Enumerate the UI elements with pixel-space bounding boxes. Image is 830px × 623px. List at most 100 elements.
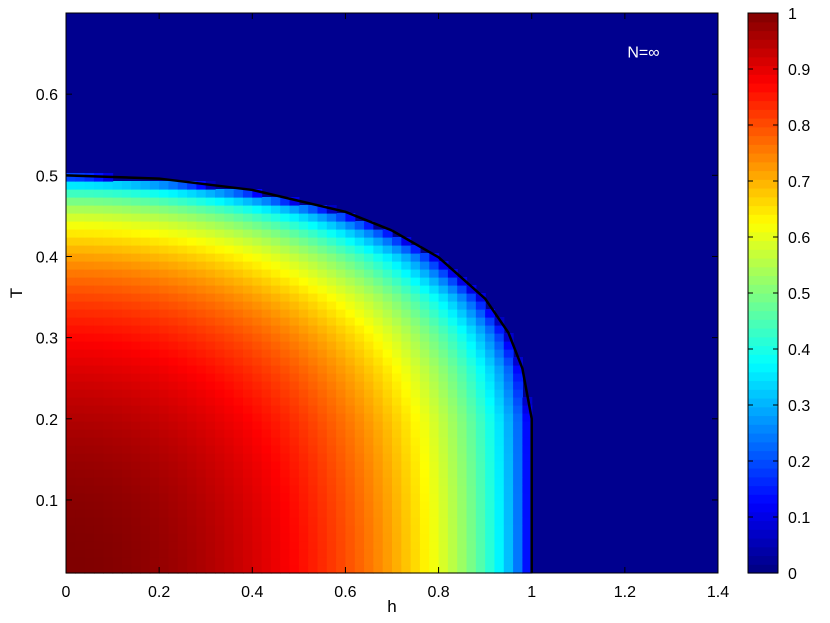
heatmap-cell	[252, 469, 263, 478]
heatmap-cell	[215, 373, 225, 382]
heatmap-cell	[317, 501, 328, 510]
heatmap-cell	[93, 261, 104, 270]
heatmap-cell	[429, 557, 440, 566]
heatmap-cell	[475, 373, 486, 382]
heatmap-cell	[466, 533, 477, 542]
heatmap-cell	[140, 205, 151, 214]
heatmap-cell	[66, 453, 76, 462]
heatmap-cell	[364, 373, 374, 382]
heatmap-cell	[475, 509, 486, 518]
heatmap-cell	[457, 445, 468, 454]
heatmap-cell	[401, 509, 412, 518]
heatmap-cell	[75, 517, 86, 526]
heatmap-cell	[364, 381, 374, 390]
heatmap-cell	[308, 221, 319, 230]
heatmap-cell	[513, 557, 523, 566]
heatmap-cell	[121, 341, 132, 350]
heatmap-cell	[289, 509, 300, 518]
heatmap-cell	[392, 341, 402, 350]
heatmap-cell	[392, 429, 402, 438]
heatmap-cell	[270, 557, 281, 566]
heatmap-cell	[457, 509, 468, 518]
heatmap-cell	[66, 469, 76, 478]
heatmap-cell	[121, 221, 132, 230]
heatmap-cell	[205, 533, 216, 542]
heatmap-cell	[252, 245, 263, 254]
heatmap-cell	[196, 381, 207, 390]
heatmap-cell	[392, 549, 402, 558]
heatmap-cell	[159, 461, 170, 470]
heatmap-cell	[429, 349, 440, 358]
heatmap-cell	[131, 229, 142, 238]
heatmap-cell	[364, 405, 374, 414]
heatmap-cell	[270, 213, 281, 222]
heatmap-cell	[447, 525, 458, 534]
heatmap-cell	[345, 477, 356, 486]
heatmap-cell	[401, 261, 412, 270]
heatmap-cell	[233, 517, 244, 526]
heatmap-cell	[140, 493, 151, 502]
heatmap-cell	[131, 509, 142, 518]
heatmap-cell	[233, 325, 244, 334]
heatmap-cell	[336, 501, 347, 510]
heatmap-cell	[177, 477, 188, 486]
heatmap-cell	[336, 293, 347, 302]
heatmap-cell	[280, 285, 291, 294]
heatmap-cell	[419, 269, 430, 278]
heatmap-cell	[84, 501, 95, 510]
heatmap-cell	[196, 469, 207, 478]
heatmap-cell	[345, 445, 356, 454]
heatmap-cell	[252, 485, 263, 494]
heatmap-cell	[447, 517, 458, 526]
heatmap-cell	[121, 429, 132, 438]
heatmap-cell	[131, 341, 142, 350]
heatmap-cell	[224, 405, 235, 414]
heatmap-cell	[336, 493, 347, 502]
heatmap-cell	[475, 549, 486, 558]
heatmap-cell	[187, 485, 197, 494]
heatmap-cell	[401, 565, 412, 574]
heatmap-cell	[410, 309, 421, 318]
heatmap-cell	[205, 517, 216, 526]
heatmap-cell	[224, 565, 235, 574]
heatmap-cell	[224, 237, 235, 246]
heatmap-cell	[103, 453, 114, 462]
heatmap-cell	[196, 317, 207, 326]
heatmap-cell	[196, 349, 207, 358]
heatmap-cell	[75, 405, 86, 414]
heatmap-cell	[447, 285, 458, 294]
heatmap-cell	[159, 389, 170, 398]
heatmap-cell	[121, 549, 132, 558]
heatmap-cell	[429, 373, 440, 382]
heatmap-cell	[261, 197, 272, 206]
heatmap-cell	[280, 453, 291, 462]
heatmap-cell	[187, 357, 197, 366]
heatmap-cell	[280, 493, 291, 502]
x-tick-label: 0.6	[334, 584, 356, 601]
heatmap-cell	[149, 181, 160, 190]
heatmap-cell	[159, 381, 170, 390]
heatmap-cell	[298, 357, 309, 366]
heatmap-cell	[503, 429, 514, 438]
heatmap-cell	[354, 277, 365, 286]
heatmap-cell	[168, 525, 179, 534]
heatmap-cell	[66, 293, 76, 302]
heatmap-cell	[429, 453, 440, 462]
heatmap-cell	[438, 357, 449, 366]
heatmap-cell	[466, 317, 477, 326]
heatmap-cell	[289, 205, 300, 214]
heatmap-cell	[205, 357, 216, 366]
heatmap-cell	[410, 413, 421, 422]
colorbar-cell	[748, 406, 778, 417]
y-tick-label: 0.2	[36, 412, 58, 429]
heatmap-cell	[298, 381, 309, 390]
heatmap-cell	[438, 373, 449, 382]
heatmap-cell	[438, 509, 449, 518]
heatmap-cell	[131, 309, 142, 318]
heatmap-cell	[84, 189, 95, 198]
heatmap-cell	[84, 349, 95, 358]
heatmap-cell	[215, 453, 225, 462]
heatmap-cell	[242, 493, 253, 502]
heatmap-cell	[66, 237, 76, 246]
heatmap-cell	[298, 557, 309, 566]
